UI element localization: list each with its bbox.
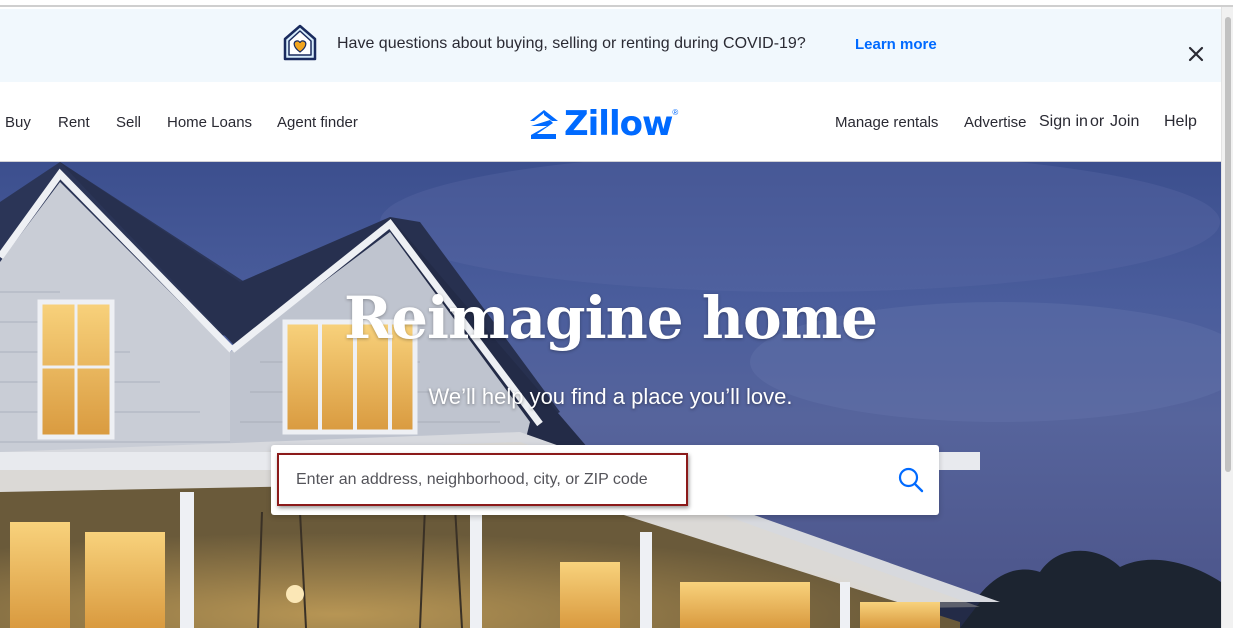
nav-sign-in[interactable]: Sign in [1039, 113, 1088, 131]
learn-more-link[interactable]: Learn more [855, 36, 937, 53]
nav-or: or [1090, 113, 1105, 130]
logo-wordmark: Zillow [564, 104, 673, 144]
nav-home-loans[interactable]: Home Loans [167, 114, 252, 131]
nav-sell[interactable]: Sell [116, 114, 141, 131]
hero-title: Reimagine home [343, 284, 878, 352]
hero-subtitle: We’ll help you find a place you’ll love. [428, 384, 793, 409]
nav-join[interactable]: Join [1110, 113, 1139, 131]
browser-top-edge [0, 0, 1233, 7]
scrollbar-thumb[interactable] [1225, 17, 1231, 472]
site-header: Buy Rent Sell Home Loans Agent finder Zi… [0, 82, 1221, 162]
zillow-logo[interactable]: Zillow ® [528, 104, 678, 144]
search-input[interactable] [277, 453, 688, 506]
close-icon[interactable] [1186, 44, 1206, 64]
nav-agent-finder[interactable]: Agent finder [277, 114, 358, 131]
zillow-z-icon [530, 110, 558, 139]
covid-banner: Have questions about buying, selling or … [0, 9, 1221, 82]
nav-buy[interactable]: Buy [5, 114, 31, 131]
search-icon[interactable] [896, 465, 926, 495]
page-scrollbar[interactable] [1221, 7, 1233, 628]
nav-manage-rentals[interactable]: Manage rentals [835, 114, 938, 131]
nav-help[interactable]: Help [1164, 113, 1197, 131]
search-bar [271, 445, 939, 515]
hero-section: Reimagine home We’ll help you find a pla… [0, 162, 1221, 628]
nav-advertise[interactable]: Advertise [964, 114, 1027, 131]
logo-registered-mark: ® [672, 107, 679, 117]
house-heart-icon [283, 24, 317, 61]
banner-message: Have questions about buying, selling or … [337, 35, 806, 52]
nav-rent[interactable]: Rent [58, 114, 90, 131]
